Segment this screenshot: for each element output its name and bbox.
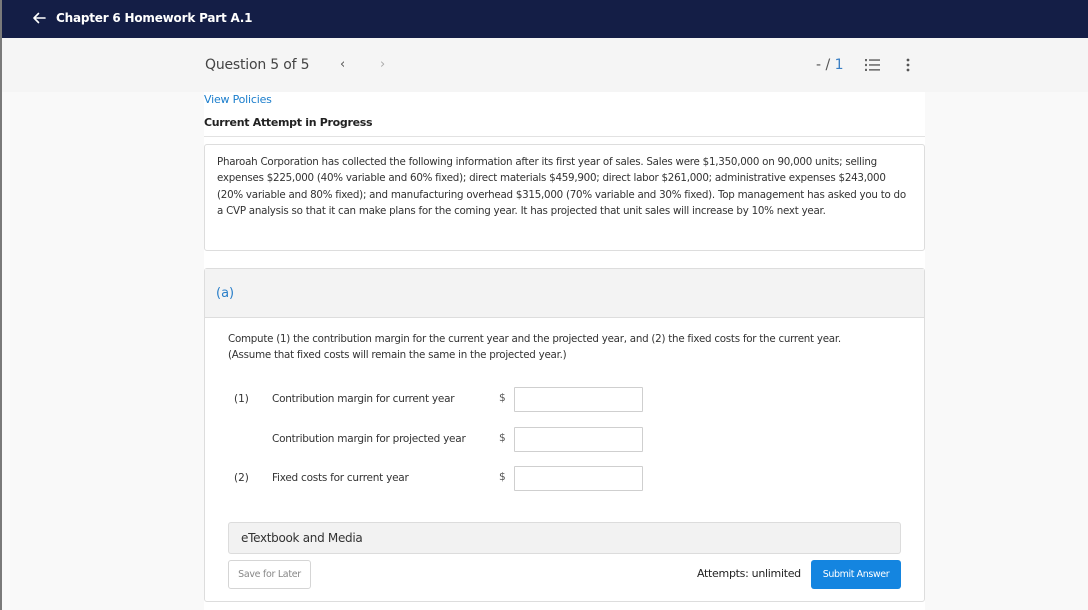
next-question-button[interactable]: › (380, 57, 385, 72)
row-number: (2) (234, 472, 249, 484)
view-policies-link[interactable]: View Policies (204, 93, 272, 106)
row-label-fixed-costs: Fixed costs for current year (272, 472, 409, 484)
save-for-later-button[interactable]: Save for Later (228, 560, 311, 589)
part-label: (a) (216, 286, 235, 301)
problem-statement: Pharoah Corporation has collected the fo… (204, 144, 925, 251)
assignment-title: Chapter 6 Homework Part A.1 (56, 11, 253, 25)
currency-symbol: $ (499, 392, 506, 404)
part-header: (a) (205, 269, 924, 318)
cm-current-year-input[interactable] (514, 387, 643, 412)
score-total: 1 (834, 57, 844, 73)
question-content: View Policies Current Attempt in Progres… (204, 92, 925, 610)
previous-question-button[interactable]: ‹ (340, 57, 345, 72)
question-counter: Question 5 of 5 (205, 57, 310, 73)
row-label-cm-current: Contribution margin for current year (272, 393, 455, 405)
currency-symbol: $ (499, 432, 506, 444)
instructions-line-1: Compute (1) the contribution margin for … (228, 333, 841, 345)
question-navigation-bar: Question 5 of 5 ‹ › - / 1 (2, 38, 1088, 92)
numbered-list-icon[interactable] (865, 58, 881, 72)
attempt-status: Current Attempt in Progress (204, 116, 373, 129)
part-instructions: Compute (1) the contribution margin for … (228, 331, 908, 364)
row-label-cm-projected: Contribution margin for projected year (272, 433, 466, 445)
question-score: - / 1 (816, 57, 844, 73)
etextbook-media-toggle[interactable]: eTextbook and Media (228, 522, 901, 554)
vertical-ellipsis-icon[interactable] (906, 58, 910, 72)
fixed-costs-input[interactable] (514, 466, 643, 491)
divider (204, 136, 925, 137)
score-earned: - / (816, 57, 835, 73)
attempts-info: Attempts: unlimited (697, 567, 801, 580)
arrow-left-icon[interactable] (31, 10, 47, 26)
submit-answer-button[interactable]: Submit Answer (811, 560, 901, 589)
currency-symbol: $ (499, 471, 506, 483)
window-edge (0, 0, 2, 610)
cm-projected-year-input[interactable] (514, 427, 643, 452)
part-a-panel: (a) Compute (1) the contribution margin … (204, 268, 925, 602)
row-number: (1) (234, 393, 249, 405)
top-bar: Chapter 6 Homework Part A.1 (0, 0, 1088, 38)
instructions-line-2: (Assume that fixed costs will remain the… (228, 349, 567, 362)
